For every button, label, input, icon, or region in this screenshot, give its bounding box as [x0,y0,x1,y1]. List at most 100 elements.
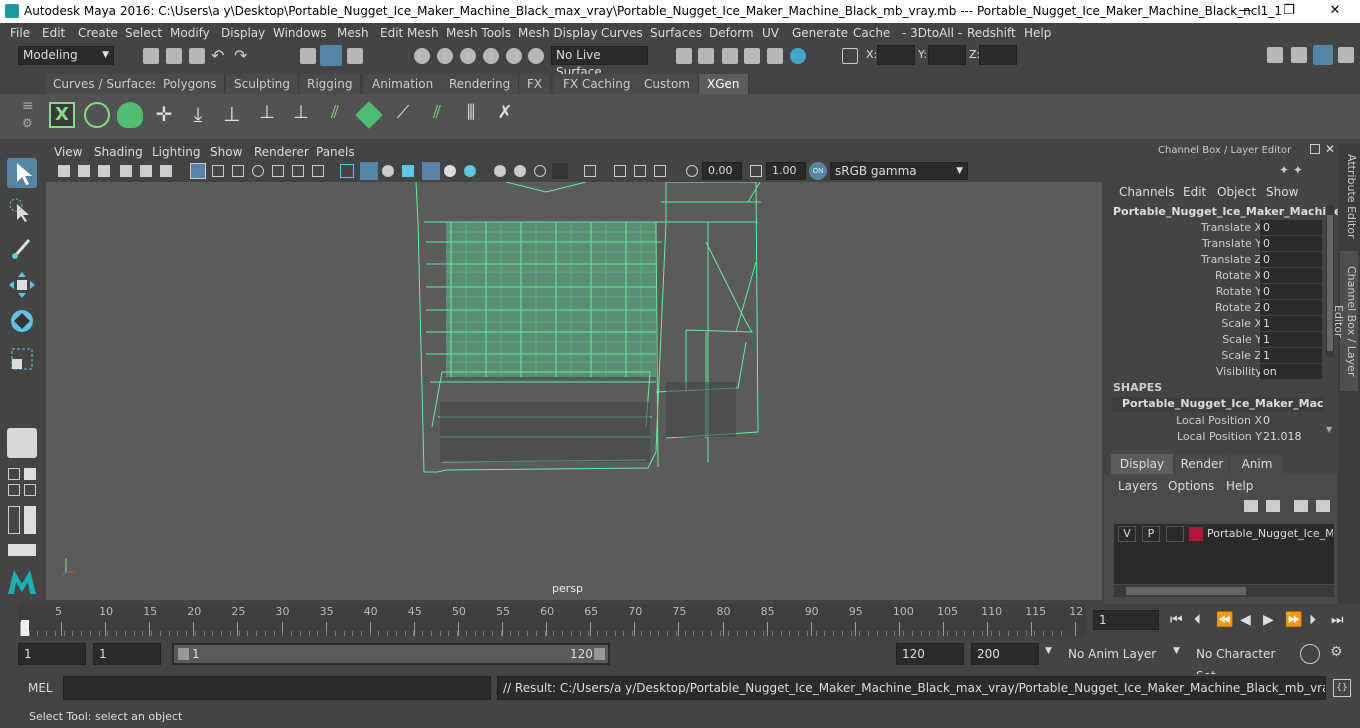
menu-deform[interactable]: Deform [709,26,754,40]
color-space-dropdown[interactable]: sRGB gamma ▼ [830,162,968,180]
step-back-frame-icon[interactable]: ⏴ [1194,612,1201,628]
isolate-select-icon[interactable] [584,165,596,177]
scroll-down-icon[interactable]: ▼ [1326,425,1332,434]
maximize-button[interactable]: ❐ [1266,0,1312,23]
xgen-guide-view-icon[interactable]: ⊥ [254,102,280,128]
camera-attributes-icon[interactable] [78,165,90,177]
select-camera-icon[interactable] [58,165,70,177]
layer-display-type-toggle[interactable] [1166,526,1184,542]
resolution-gate-icon[interactable] [232,165,244,177]
tab-attribute-editor[interactable]: Attribute Editor [1340,151,1358,241]
chevron-down-icon[interactable]: ▼ [1173,646,1180,656]
safe-action-icon[interactable] [292,165,304,177]
channel-row[interactable]: Rotate X0 [1104,268,1324,284]
channel-row[interactable]: Local Position Y 21.018 [1104,429,1324,445]
menu-display[interactable]: Display [221,26,265,40]
menu-surfaces[interactable]: Surfaces [650,26,702,40]
channel-value[interactable]: on [1260,364,1322,379]
x-coordinate-input[interactable] [877,45,915,65]
menu-help[interactable]: Help [1024,26,1051,40]
new-layer-selected-icon[interactable] [1316,500,1330,512]
channels-show-menu[interactable]: Show [1266,185,1298,199]
viewport-menu-shading[interactable]: Shading [94,145,143,159]
tab-custom[interactable]: Custom [636,74,699,94]
film-gate-icon[interactable] [212,165,224,177]
channel-row[interactable]: Scale Z1 [1104,348,1324,364]
snap-point-icon[interactable] [460,48,476,64]
channel-box-toggle-icon[interactable] [1313,45,1333,65]
tab-fx[interactable]: FX [519,74,552,94]
new-layer-icon[interactable] [1294,500,1308,512]
menu-generate[interactable]: Generate [792,26,848,40]
persp-graph-layout-icon[interactable] [8,484,20,496]
construction-history-icon[interactable] [698,48,714,64]
render-settings-icon[interactable] [767,48,783,64]
menu-windows[interactable]: Windows [273,26,327,40]
menu-modify[interactable]: Modify [170,26,210,40]
layer-name[interactable]: Portable_Nugget_Ice_Ma [1207,527,1333,540]
help-menu[interactable]: Help [1226,479,1253,493]
channel-value[interactable]: 0 [1260,236,1322,251]
shape-name[interactable]: Portable_Nugget_Ice_Maker_Machi... [1112,397,1324,412]
select-by-component-icon[interactable] [347,48,363,64]
layer-playback-toggle[interactable]: P [1142,526,1160,542]
select-by-object-icon[interactable] [320,45,342,66]
time-slider[interactable]: 1510152025303540455055606570758085909510… [0,604,1360,636]
command-input[interactable] [63,676,491,700]
menu-mesh-display[interactable]: Mesh Display [518,26,598,40]
time-editor-layout-icon[interactable] [8,544,36,556]
tab-rigging[interactable]: Rigging [299,74,362,94]
undo-icon[interactable]: ↶ [211,46,224,65]
tab-render[interactable]: Render [1176,454,1228,474]
shelf-menu-icon[interactable]: ≡ [22,98,34,114]
2d-pan-zoom-icon[interactable] [140,165,152,177]
move-tool-icon[interactable] [7,270,37,300]
xgen-guide-length-icon[interactable]: ⟋ [390,102,416,128]
menu-3dtoall[interactable]: - 3DtoAll - [902,26,962,40]
viewport-canvas[interactable]: persp [46,182,1102,600]
layer-color-swatch[interactable] [1189,527,1203,541]
close-panel-icon[interactable]: ✕ [1325,142,1335,156]
gamma-icon[interactable] [750,165,762,177]
menu-file[interactable]: File [10,26,30,40]
select-tool-icon[interactable] [7,158,37,188]
tab-sculpting[interactable]: Sculpting [226,74,300,94]
grid-icon[interactable] [190,163,206,179]
range-end-handle[interactable] [594,648,605,660]
range-start-handle[interactable] [178,648,189,660]
single-perspective-layout-icon[interactable] [7,428,37,458]
current-frame-marker[interactable] [21,620,29,636]
default-material-icon[interactable] [382,165,394,177]
live-surface-field[interactable]: No Live Surface [551,46,648,79]
step-forward-frame-icon[interactable]: ⏵ [1309,612,1316,628]
menu-mesh[interactable]: Mesh [337,26,369,40]
exposure-icon[interactable] [686,165,698,177]
channel-row[interactable]: Local Position X0 [1104,413,1324,429]
gate-mask-icon[interactable] [252,165,264,177]
select-by-hierarchy-icon[interactable] [300,48,316,64]
color-management-icon[interactable]: ON [809,162,827,180]
y-coordinate-input[interactable] [928,45,966,65]
channel-value[interactable]: 1 [1260,348,1322,363]
field-chart-icon[interactable] [272,165,284,177]
animation-start-field[interactable]: 1 [18,643,86,665]
use-all-lights-icon[interactable] [444,165,456,177]
tab-rendering[interactable]: Rendering [441,74,520,94]
viewport-menu-show[interactable]: Show [210,145,242,159]
channels-object-menu[interactable]: Object [1217,185,1256,199]
screen-space-ao-icon[interactable] [494,165,506,177]
z-coordinate-input[interactable] [979,45,1017,65]
tab-anim[interactable]: Anim [1231,454,1283,474]
channel-row[interactable]: Translate X0 [1104,220,1324,236]
channel-value[interactable]: 21.018 [1260,429,1322,444]
step-forward-key-icon[interactable]: ⏩ [1285,612,1302,628]
channel-value[interactable]: 0 [1260,252,1322,267]
channel-value[interactable]: 0 [1260,220,1322,235]
anim-layer-dropdown[interactable]: No Anim Layer [1062,643,1162,665]
xgen-add-guide-icon[interactable]: ✛ [151,102,177,128]
channel-value[interactable]: 0 [1260,300,1322,315]
redo-icon[interactable]: ↷ [234,46,247,65]
channel-value[interactable]: 1 [1260,316,1322,331]
xgen-comb-icon[interactable]: ⫽ [424,102,450,128]
minimize-button[interactable]: — [1222,0,1268,23]
